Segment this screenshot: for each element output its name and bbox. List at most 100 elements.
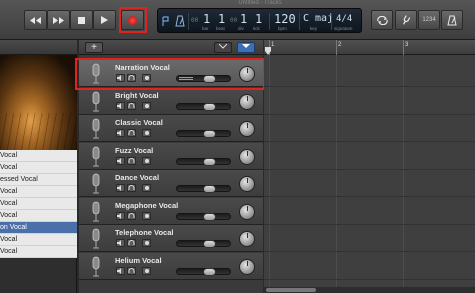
- solo-button[interactable]: [127, 101, 136, 110]
- volume-slider-knob[interactable]: [203, 102, 216, 111]
- playhead-icon[interactable]: [265, 47, 271, 55]
- timeline-track-row[interactable]: [264, 115, 475, 142]
- rewind-button[interactable]: [24, 10, 47, 30]
- metronome-button[interactable]: [441, 10, 463, 30]
- mute-button[interactable]: [116, 156, 125, 165]
- track-header[interactable]: Classic Vocal: [79, 115, 263, 142]
- track-name: Bright Vocal: [115, 90, 159, 100]
- solo-button[interactable]: [127, 211, 136, 220]
- lcd-divider: [269, 13, 270, 30]
- library-patch-item[interactable]: Vocal: [0, 198, 77, 210]
- lcd-bar-value: 1: [203, 12, 211, 26]
- record-enable-button[interactable]: [142, 266, 151, 275]
- solo-button[interactable]: [127, 184, 136, 192]
- timeline-ruler[interactable]: 1 2 3: [264, 40, 475, 55]
- volume-slider[interactable]: [176, 185, 231, 193]
- volume-slider-knob[interactable]: [203, 130, 216, 138]
- volume-slider-knob[interactable]: [203, 212, 216, 221]
- record-enable-button[interactable]: [142, 101, 151, 110]
- pan-knob[interactable]: [239, 231, 255, 247]
- fast-forward-button[interactable]: [47, 10, 70, 30]
- record-enable-button[interactable]: [142, 156, 151, 165]
- headphones-icon: [128, 130, 135, 135]
- speaker-icon: [117, 267, 121, 274]
- mute-button[interactable]: [116, 239, 125, 247]
- track-header[interactable]: Dance Vocal: [79, 170, 263, 197]
- track-header[interactable]: Megaphone Vocal: [79, 197, 263, 225]
- library-patch-item[interactable]: Vocal: [0, 210, 77, 222]
- pan-knob[interactable]: [239, 258, 255, 275]
- pan-knob[interactable]: [239, 203, 255, 220]
- speaker-icon: [117, 185, 121, 191]
- track-filter-button[interactable]: [237, 42, 255, 53]
- ruler-tick: [403, 40, 404, 55]
- timeline-scrollbar[interactable]: [264, 287, 475, 293]
- mute-button[interactable]: [116, 184, 125, 192]
- track-header[interactable]: Bright Vocal: [79, 87, 263, 115]
- cycle-icon: [376, 15, 388, 25]
- volume-slider[interactable]: [176, 240, 231, 248]
- pan-knob[interactable]: [239, 121, 255, 137]
- library-header: [0, 40, 77, 55]
- catch-icon: [218, 43, 228, 49]
- library-patch-item[interactable]: Vocal: [0, 162, 77, 174]
- solo-button[interactable]: [127, 129, 136, 137]
- mute-button[interactable]: [116, 211, 125, 220]
- library-patch-item[interactable]: on Vocal: [0, 222, 77, 234]
- lcd-div-value: 1: [240, 12, 248, 26]
- solo-button[interactable]: [127, 266, 136, 275]
- library-patch-item[interactable]: essed Vocal: [0, 174, 77, 186]
- microphone-icon: [92, 228, 100, 249]
- timeline-track-row[interactable]: [264, 253, 475, 280]
- timeline-track-row[interactable]: [264, 225, 475, 252]
- timeline-scroll-thumb[interactable]: [266, 288, 316, 292]
- library-patch-list: Vocal Vocal essed Vocal Vocal Vocal Vocal on V…: [0, 150, 77, 258]
- volume-slider[interactable]: [176, 212, 231, 221]
- volume-slider-knob[interactable]: [203, 240, 216, 248]
- play-button[interactable]: [93, 10, 116, 30]
- lcd-tempo-value: 120: [274, 12, 296, 26]
- library-patch-item[interactable]: Vocal: [0, 234, 77, 246]
- lcd-tick-value: 1: [255, 12, 263, 26]
- add-track-button[interactable]: +: [85, 42, 103, 53]
- lcd-bar-label: bar: [202, 26, 209, 31]
- mute-button[interactable]: [116, 129, 125, 137]
- timeline-track-row[interactable]: [264, 88, 475, 115]
- mute-button[interactable]: [116, 101, 125, 110]
- timeline-track-row[interactable]: [264, 170, 475, 197]
- track-header[interactable]: Fuzz Vocal: [79, 142, 263, 170]
- solo-button[interactable]: [127, 239, 136, 247]
- volume-slider[interactable]: [176, 130, 231, 138]
- track-header[interactable]: Helium Vocal: [79, 252, 263, 280]
- timeline-track-row[interactable]: [264, 198, 475, 225]
- pan-knob[interactable]: [239, 148, 255, 165]
- library-patch-item[interactable]: Vocal: [0, 150, 77, 162]
- record-button-highlight: [119, 7, 147, 33]
- library-patch-item[interactable]: Vocal: [0, 246, 77, 258]
- tuner-button[interactable]: [395, 10, 417, 30]
- track-timeline[interactable]: [264, 55, 475, 287]
- library-patch-item[interactable]: Vocal: [0, 186, 77, 198]
- stop-button[interactable]: [70, 10, 93, 30]
- catch-playhead-button[interactable]: [214, 42, 232, 53]
- cycle-button[interactable]: [371, 10, 393, 30]
- pan-knob[interactable]: [239, 176, 255, 192]
- record-enable-button[interactable]: [142, 129, 151, 137]
- solo-button[interactable]: [127, 156, 136, 165]
- lcd-display[interactable]: 00 1 bar 1 beat 00 1 div 1 tick 120 bpm …: [157, 8, 362, 33]
- record-enable-button[interactable]: [142, 211, 151, 220]
- volume-slider[interactable]: [176, 157, 231, 166]
- track-header[interactable]: Telephone Vocal: [79, 225, 263, 252]
- record-enable-button[interactable]: [142, 184, 151, 192]
- timeline-track-row[interactable]: [264, 60, 475, 87]
- timeline-track-row[interactable]: [264, 143, 475, 170]
- mute-button[interactable]: [116, 266, 125, 275]
- volume-slider[interactable]: [176, 102, 231, 111]
- volume-slider-knob[interactable]: [203, 185, 216, 193]
- pan-knob[interactable]: [239, 93, 255, 110]
- count-in-button[interactable]: 1234: [418, 10, 440, 30]
- volume-slider[interactable]: [176, 267, 231, 276]
- record-enable-button[interactable]: [142, 239, 151, 247]
- volume-slider-knob[interactable]: [203, 157, 216, 166]
- volume-slider-knob[interactable]: [203, 267, 216, 276]
